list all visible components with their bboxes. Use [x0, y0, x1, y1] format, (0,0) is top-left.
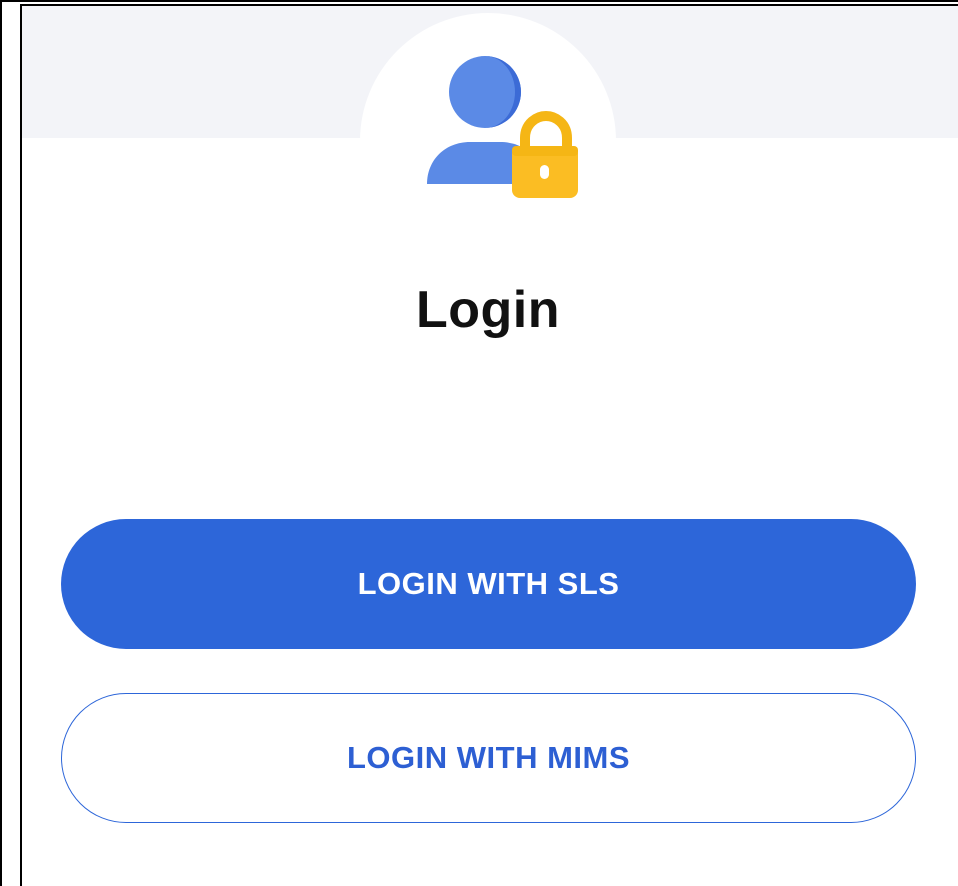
user-lock-icon	[427, 56, 578, 198]
card-border-left	[20, 4, 22, 886]
card-border-top	[20, 4, 958, 6]
page-title: Login	[415, 281, 560, 339]
lock-shackle-icon	[520, 110, 572, 155]
login-with-mims-button[interactable]: LOGIN WITH MIMS	[61, 693, 916, 823]
keyhole-icon	[540, 165, 549, 179]
login-with-sls-button[interactable]: LOGIN WITH SLS	[61, 519, 916, 649]
